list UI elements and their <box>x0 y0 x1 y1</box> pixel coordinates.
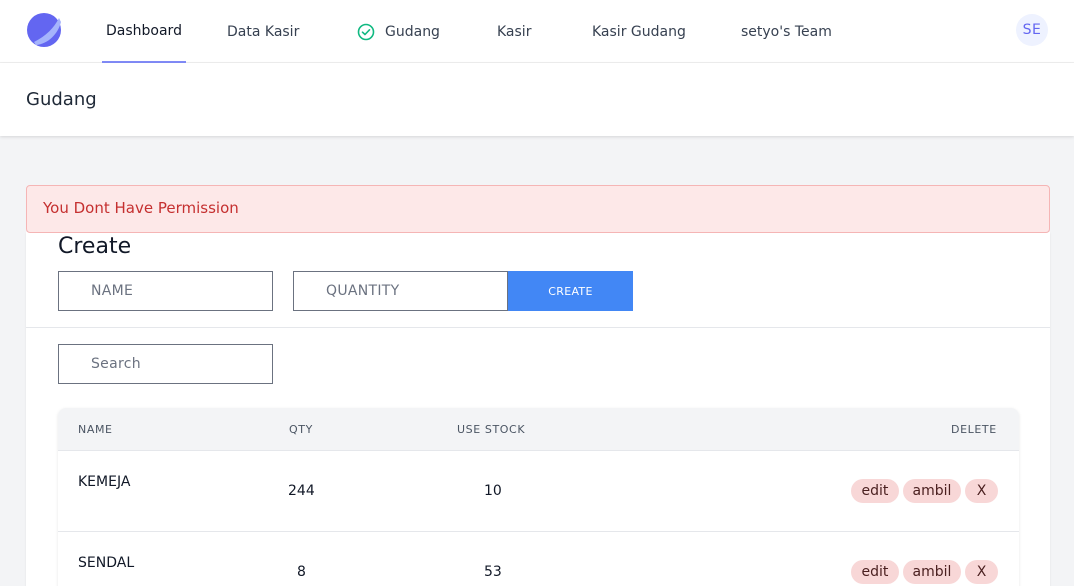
search-input[interactable]: Search <box>58 344 273 384</box>
create-title: Create <box>58 234 132 259</box>
nav-item-kasir-gudang[interactable]: Kasir Gudang <box>592 0 686 63</box>
ambil-button-label: ambil <box>912 564 952 580</box>
nav-item-label: Data Kasir <box>227 23 300 40</box>
edit-button-label: edit <box>861 564 889 580</box>
nav-item-team[interactable]: setyo's Team <box>741 0 832 63</box>
cell-name: KEMEJA <box>78 474 131 490</box>
page-header: Gudang <box>0 63 1074 136</box>
permission-alert: You Dont Have Permission <box>26 185 1050 233</box>
column-header-name: NAME <box>78 423 113 436</box>
edit-button[interactable]: edit <box>851 560 899 584</box>
delete-button[interactable]: X <box>965 560 998 584</box>
avatar[interactable]: SE <box>1016 14 1048 46</box>
table-row: KEMEJA 244 10 edit ambil X <box>58 451 1019 532</box>
cell-qty: 8 <box>297 564 306 580</box>
cell-use-stock: 10 <box>484 483 502 499</box>
table-header: NAME QTY USE STOCK DELETE <box>58 408 1019 451</box>
nav-item-dashboard[interactable]: Dashboard <box>102 0 186 63</box>
nav-item-label: Kasir Gudang <box>592 23 686 40</box>
stock-table: NAME QTY USE STOCK DELETE KEMEJA 244 10 … <box>58 408 1019 586</box>
name-input-placeholder: NAME <box>91 283 134 299</box>
ambil-button[interactable]: ambil <box>903 560 961 584</box>
check-circle-icon <box>357 23 375 40</box>
column-header-use-stock: USE STOCK <box>457 423 526 436</box>
name-input[interactable]: NAME <box>58 271 273 311</box>
edit-button-label: edit <box>861 483 889 499</box>
table-row: SENDAL 8 53 edit ambil X <box>58 532 1019 586</box>
delete-button-label: X <box>976 483 987 499</box>
avatar-initials: SE <box>1022 22 1042 38</box>
nav-item-label: Kasir <box>497 23 532 40</box>
cell-qty: 244 <box>288 483 315 499</box>
ambil-button[interactable]: ambil <box>903 479 961 503</box>
cell-name: SENDAL <box>78 555 135 571</box>
nav-item-label: Dashboard <box>106 22 182 39</box>
nav-item-gudang[interactable]: Gudang <box>357 0 440 63</box>
top-navbar: Dashboard Data Kasir Gudang Kasir Kasir … <box>0 0 1074 63</box>
cell-use-stock: 53 <box>484 564 502 580</box>
edit-button[interactable]: edit <box>851 479 899 503</box>
alert-message: You Dont Have Permission <box>43 199 239 217</box>
ambil-button-label: ambil <box>912 483 952 499</box>
delete-button-label: X <box>976 564 987 580</box>
gudang-card: Create NAME QUANTITY CREATE Search NAME … <box>26 232 1050 586</box>
quantity-input-placeholder: QUANTITY <box>326 283 400 299</box>
app-logo-icon[interactable] <box>26 12 62 48</box>
nav-item-label: setyo's Team <box>741 23 832 40</box>
nav-item-kasir[interactable]: Kasir <box>497 0 531 63</box>
column-header-delete: DELETE <box>951 423 997 436</box>
quantity-input[interactable]: QUANTITY <box>293 271 508 311</box>
page-title: Gudang <box>26 89 97 110</box>
create-button[interactable]: CREATE <box>508 271 633 311</box>
divider <box>26 327 1050 328</box>
search-input-placeholder: Search <box>91 356 141 372</box>
column-header-qty: QTY <box>289 423 313 436</box>
nav-item-label: Gudang <box>385 23 440 40</box>
delete-button[interactable]: X <box>965 479 998 503</box>
nav-item-data-kasir[interactable]: Data Kasir <box>227 0 299 63</box>
create-button-label: CREATE <box>548 284 593 298</box>
